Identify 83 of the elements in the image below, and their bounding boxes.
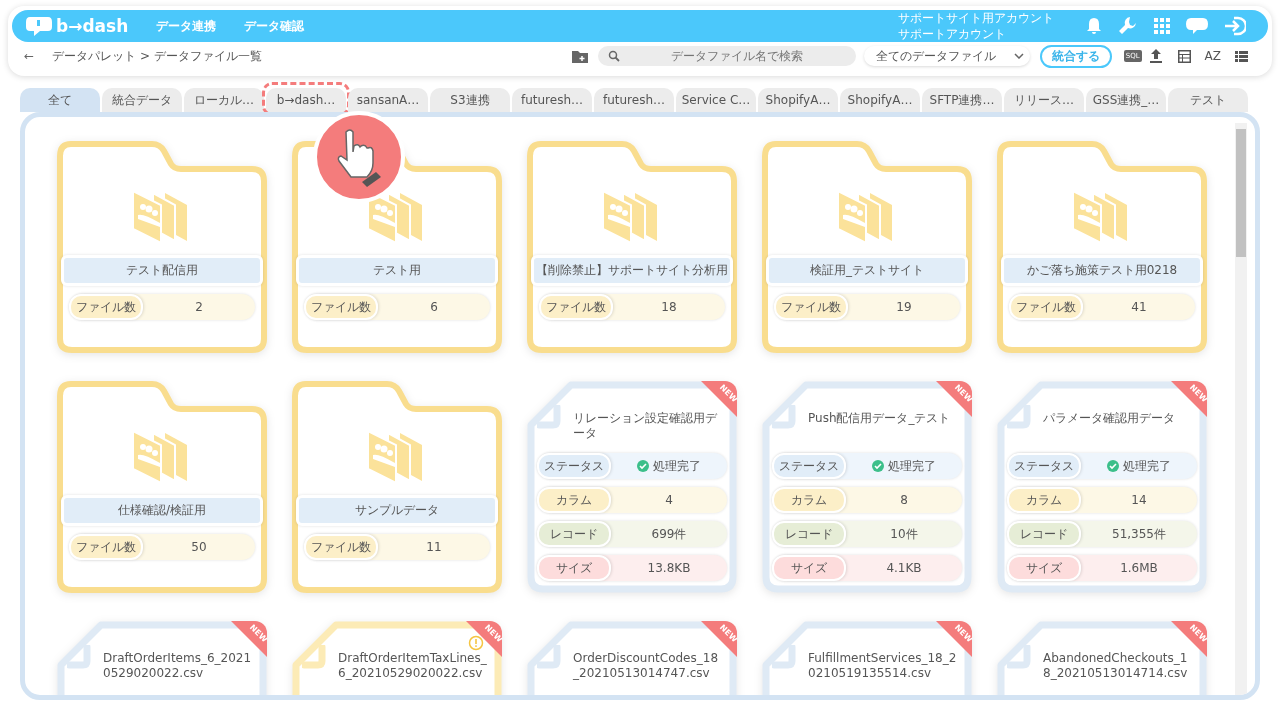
file-count-value: 11 xyxy=(425,540,443,554)
file-count-value: 41 xyxy=(1130,300,1148,314)
tab[interactable]: SFTP連携… xyxy=(922,88,1002,112)
folder-name: かご落ち施策テスト用0218 xyxy=(1001,255,1203,286)
stat-value: 14 xyxy=(1130,493,1148,507)
stat-value: 10件 xyxy=(889,525,919,543)
folder-name: サンプルデータ xyxy=(296,495,498,526)
stat-label: カラム xyxy=(1007,487,1081,513)
file-count-value: 2 xyxy=(194,300,204,314)
stat-value: 4.1KB xyxy=(885,561,923,575)
stat-label: カラム xyxy=(537,487,611,513)
file-count-value: 19 xyxy=(895,300,913,314)
tab[interactable]: futuresh… xyxy=(594,88,674,112)
grid-icon[interactable] xyxy=(1154,18,1170,34)
file-count-label: ファイル数 xyxy=(69,534,143,560)
stat-value: 51,355件 xyxy=(1111,525,1167,543)
stat-label: サイズ xyxy=(772,555,846,581)
stat-label: ステータス xyxy=(772,453,846,479)
stat-label: サイズ xyxy=(1007,555,1081,581)
stat-label: サイズ xyxy=(537,555,611,581)
stat-value: 処理完了 xyxy=(846,457,962,475)
folder-name: 検証用_テストサイト xyxy=(766,255,968,286)
folder-name: 仕様確認/検証用 xyxy=(61,495,263,526)
tab[interactable]: b→dash… xyxy=(266,88,346,112)
stat-label: ステータス xyxy=(537,453,611,479)
tab[interactable]: ローカル… xyxy=(184,88,264,112)
tab[interactable]: ShopifyA… xyxy=(758,88,838,112)
scrollbar[interactable] xyxy=(1235,123,1247,695)
file-count-label: ファイル数 xyxy=(69,294,143,320)
stat-label: カラム xyxy=(772,487,846,513)
stat-value: 4 xyxy=(664,493,674,507)
tab[interactable]: テスト xyxy=(1168,88,1248,112)
file-count-value: 50 xyxy=(190,540,208,554)
upload-icon[interactable] xyxy=(1149,49,1162,63)
file-count-value: 18 xyxy=(660,300,678,314)
stat-label: レコード xyxy=(537,521,611,547)
account-name: サポートアカウント xyxy=(898,26,1007,42)
folder-name: 【削除禁止】サポートサイト分析用 xyxy=(531,255,733,286)
file-count-label: ファイル数 xyxy=(304,294,378,320)
stat-value: 処理完了 xyxy=(1081,457,1197,475)
logo-text: b→dash xyxy=(56,16,129,36)
folder-name: テスト用 xyxy=(296,255,498,286)
stat-value: 699件 xyxy=(650,525,688,543)
search-field[interactable]: データファイル名で検索 xyxy=(597,46,856,66)
sort-button[interactable]: AZ xyxy=(1204,49,1221,63)
filter-dropdown[interactable]: 全てのデータファイル xyxy=(863,46,1030,66)
stat-label: レコード xyxy=(772,521,846,547)
breadcrumb: データパレット > データファイル一覧 xyxy=(52,47,262,65)
folder-plus-icon[interactable] xyxy=(571,49,588,63)
search-icon xyxy=(607,50,620,62)
file-count-label: ファイル数 xyxy=(539,294,613,320)
check-icon xyxy=(1107,460,1119,472)
tab[interactable]: ShopifyA… xyxy=(840,88,920,112)
table-icon[interactable] xyxy=(1177,49,1191,63)
tab[interactable]: 統合データ xyxy=(102,88,182,112)
bell-icon[interactable] xyxy=(1086,17,1102,35)
file-count-label: ファイル数 xyxy=(304,534,378,560)
tab[interactable]: Service C… xyxy=(676,88,756,112)
stat-value: 13.8KB xyxy=(646,561,692,575)
file-count-label: ファイル数 xyxy=(1009,294,1083,320)
check-icon xyxy=(637,460,649,472)
speech-bubble-logo-icon xyxy=(26,15,52,37)
tab[interactable]: futuresh… xyxy=(512,88,592,112)
stat-value: 処理完了 xyxy=(611,457,727,475)
stat-value: 8 xyxy=(899,493,909,507)
file-count-value: 6 xyxy=(429,300,439,314)
tab[interactable]: 全て xyxy=(20,88,100,112)
wrench-icon[interactable] xyxy=(1118,16,1138,36)
logout-icon[interactable] xyxy=(1224,16,1246,36)
tab[interactable]: sansanA… xyxy=(348,88,428,112)
tab[interactable]: リリース… xyxy=(1004,88,1084,112)
stat-label: ステータス xyxy=(1007,453,1081,479)
stat-value: 1.6MB xyxy=(1119,561,1159,575)
back-link[interactable]: ← xyxy=(24,49,35,63)
account-name: サポートサイト用アカウント xyxy=(898,10,1054,26)
folder-name: テスト配信用 xyxy=(61,255,263,286)
check-icon xyxy=(872,460,884,472)
file-count-label: ファイル数 xyxy=(774,294,848,320)
tab[interactable]: GSS連携_… xyxy=(1086,88,1166,112)
tab[interactable]: S3連携 xyxy=(430,88,510,112)
chevron-down-icon xyxy=(1013,53,1024,59)
stat-label: レコード xyxy=(1007,521,1081,547)
list-icon[interactable] xyxy=(1235,50,1248,62)
